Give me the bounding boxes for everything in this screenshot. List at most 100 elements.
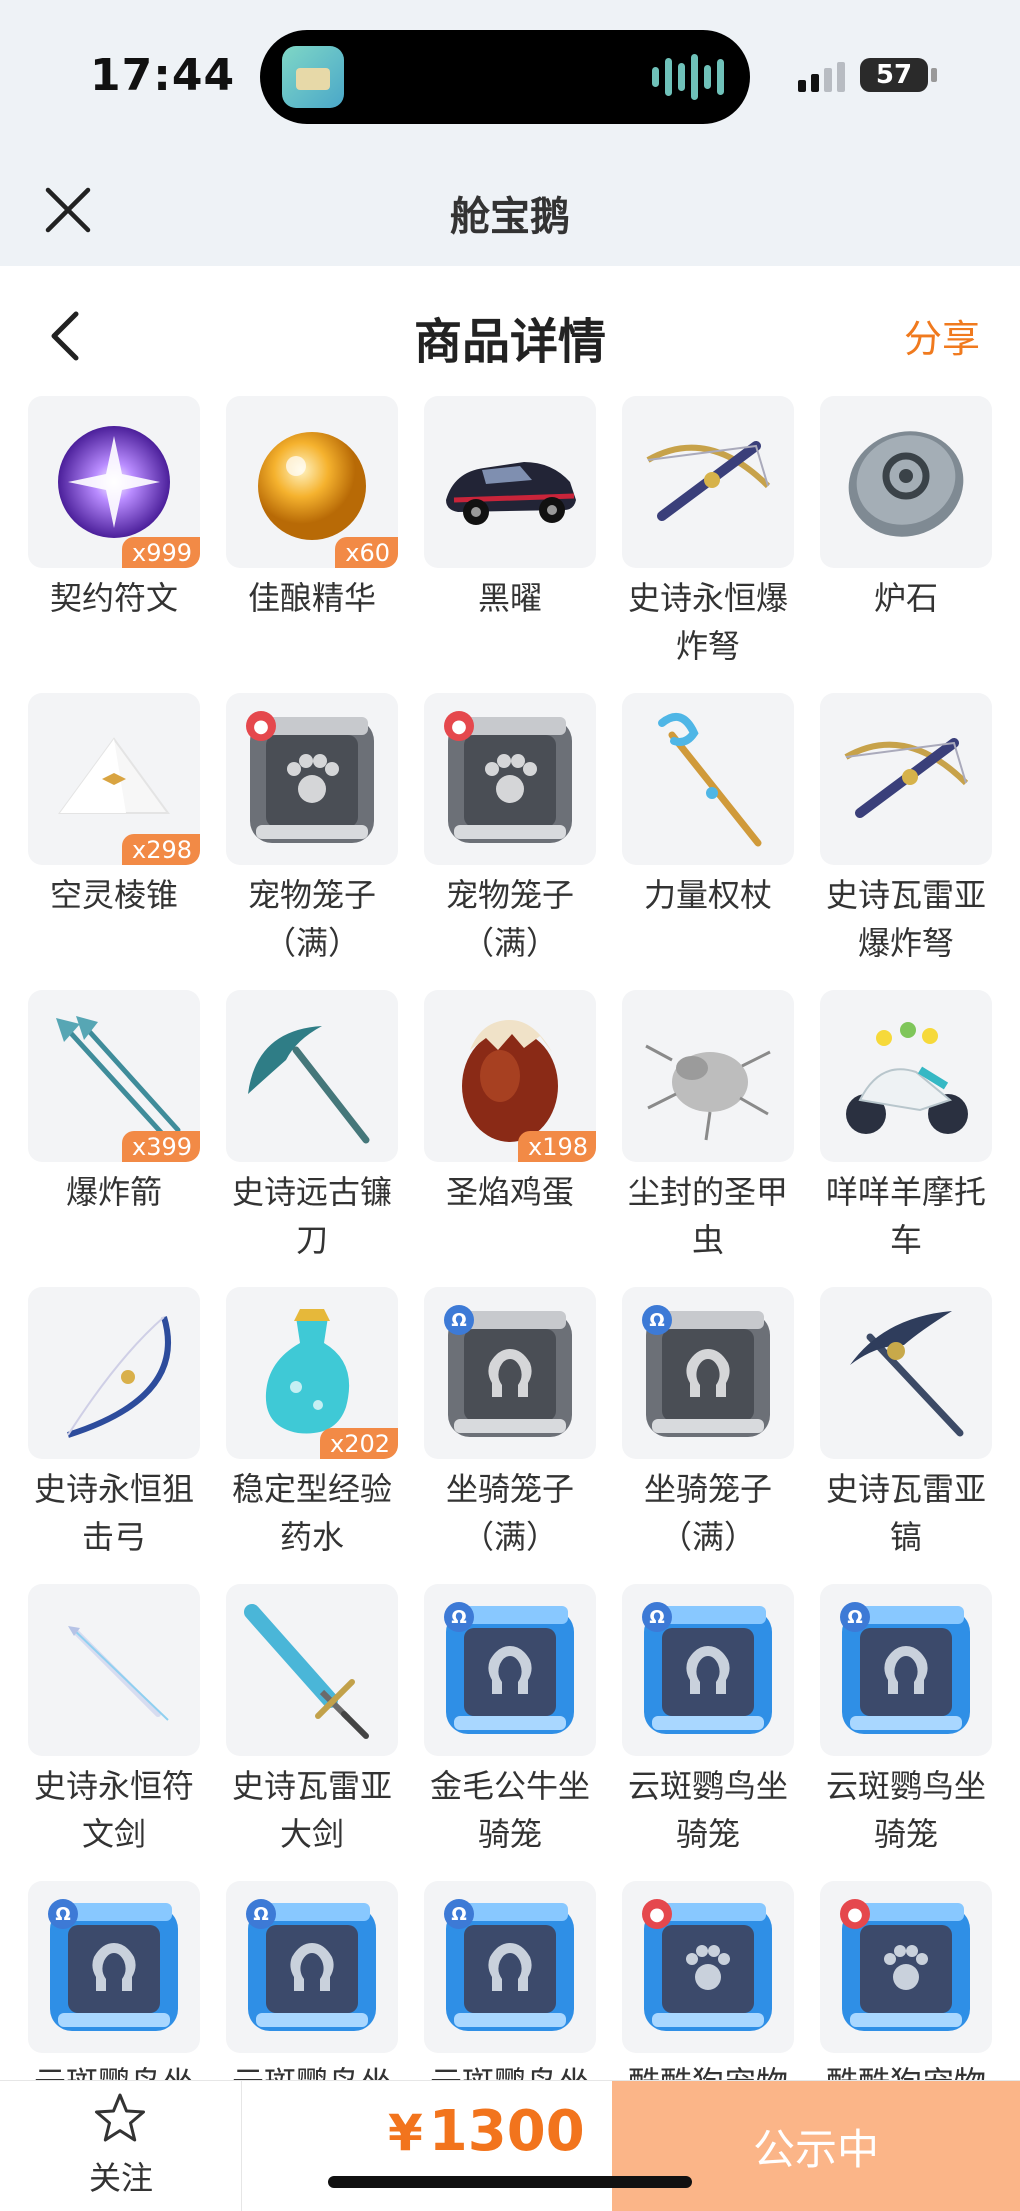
item-thumbnail bbox=[226, 1584, 398, 1756]
grid-item[interactable]: Ω 云斑鹦鸟坐骑笼 bbox=[807, 1584, 1005, 1858]
item-count-badge: x999 bbox=[121, 537, 200, 568]
item-label: 咩咩羊摩托车 bbox=[825, 1173, 986, 1259]
item-label: 爆炸箭 bbox=[65, 1173, 162, 1211]
page-header: 商品详情 分享 bbox=[0, 266, 1020, 396]
grid-item[interactable]: ● 酷酷狗宠物 bbox=[807, 1881, 1005, 2080]
clock: 17:44 bbox=[90, 50, 236, 101]
item-thumbnail: Ω bbox=[424, 1584, 596, 1756]
greatsword-icon bbox=[226, 1584, 398, 1756]
item-count-badge: x198 bbox=[517, 1131, 596, 1162]
grid-item[interactable]: Ω 云斑鹦鸟坐 bbox=[15, 1881, 213, 2080]
star-icon bbox=[95, 2093, 145, 2142]
bow-icon bbox=[28, 1287, 200, 1459]
home-indicator bbox=[328, 2176, 692, 2188]
item-thumbnail: ● bbox=[820, 1881, 992, 2053]
battery-icon: 57 bbox=[860, 58, 928, 92]
grid-item[interactable]: 史诗瓦雷亚大剑 bbox=[213, 1584, 411, 1858]
signal-icon bbox=[798, 62, 845, 92]
grid-item[interactable]: Ω 坐骑笼子（满） bbox=[609, 1287, 807, 1561]
price: ¥1300 bbox=[388, 2099, 585, 2164]
grid-item[interactable]: ● 宠物笼子（满） bbox=[213, 693, 411, 967]
item-label: 坐骑笼子（满） bbox=[643, 1470, 772, 1556]
item-label: 炉石 bbox=[873, 579, 938, 617]
app-header: 舱宝鹅 bbox=[0, 150, 1020, 266]
grid-item[interactable]: 尘封的圣甲虫 bbox=[609, 990, 807, 1264]
item-thumbnail bbox=[820, 990, 992, 1162]
grid-item[interactable]: 咩咩羊摩托车 bbox=[807, 990, 1005, 1264]
item-count-badge: x202 bbox=[319, 1428, 398, 1459]
pet-badge-icon: ● bbox=[246, 711, 276, 741]
item-label: 契约符文 bbox=[49, 579, 178, 617]
grid-item[interactable]: ● 酷酷狗宠物 bbox=[609, 1881, 807, 2080]
page-title: 商品详情 bbox=[413, 314, 606, 370]
grid-item[interactable]: Ω 云斑鹦鸟坐骑笼 bbox=[609, 1584, 807, 1858]
grid-item[interactable]: 史诗永恒爆炸弩 bbox=[609, 396, 807, 670]
item-thumbnail: x298 bbox=[28, 693, 200, 865]
item-label: 酷酷狗宠物 bbox=[807, 2059, 1005, 2080]
item-thumbnail: Ω bbox=[820, 1584, 992, 1756]
item-label: 云斑鹦鸟坐骑笼 bbox=[627, 1767, 788, 1853]
mount-badge-icon: Ω bbox=[840, 1602, 870, 1632]
item-count-badge: x60 bbox=[335, 537, 398, 568]
app-title: 舱宝鹅 bbox=[450, 194, 570, 240]
currency-symbol: ¥ bbox=[388, 2104, 423, 2162]
crossbow-icon bbox=[820, 693, 992, 865]
mount-badge-icon: Ω bbox=[642, 1305, 672, 1335]
status-button[interactable]: 公示中 bbox=[612, 2081, 1020, 2211]
item-thumbnail bbox=[820, 693, 992, 865]
grid-item[interactable]: 史诗远古镰刀 bbox=[213, 990, 411, 1264]
item-label: 坐骑笼子（满） bbox=[445, 1470, 574, 1556]
grid-item[interactable]: Ω 云斑鹦鸟坐 bbox=[411, 1881, 609, 2080]
grid-item[interactable]: x60 佳酿精华 bbox=[213, 396, 411, 622]
grid-item[interactable]: x298 空灵棱锥 bbox=[15, 693, 213, 919]
grid-item[interactable]: 史诗瓦雷亚爆炸弩 bbox=[807, 693, 1005, 967]
radio-app-icon bbox=[282, 46, 344, 108]
grid-item[interactable]: x399 爆炸箭 bbox=[15, 990, 213, 1216]
grid-item[interactable]: ● 宠物笼子（满） bbox=[411, 693, 609, 967]
item-thumbnail: ● bbox=[622, 1881, 794, 2053]
scarab-icon bbox=[622, 990, 794, 1162]
grid-item[interactable]: Ω 金毛公牛坐骑笼 bbox=[411, 1584, 609, 1858]
item-label: 尘封的圣甲虫 bbox=[627, 1173, 788, 1259]
follow-button[interactable]: 关注 bbox=[0, 2081, 242, 2211]
item-label: 酷酷狗宠物 bbox=[609, 2059, 807, 2080]
item-label: 史诗瓦雷亚大剑 bbox=[231, 1767, 392, 1853]
item-count-badge: x298 bbox=[121, 834, 200, 865]
item-label: 云斑鹦鸟坐 bbox=[15, 2059, 213, 2080]
follow-label: 关注 bbox=[88, 2159, 153, 2197]
grid-item[interactable]: x202 稳定型经验药水 bbox=[213, 1287, 411, 1561]
item-thumbnail bbox=[28, 1287, 200, 1459]
grid-item[interactable]: Ω 云斑鹦鸟坐 bbox=[213, 1881, 411, 2080]
item-label: 圣焰鸡蛋 bbox=[445, 1173, 574, 1211]
item-thumbnail bbox=[820, 396, 992, 568]
item-thumbnail bbox=[622, 396, 794, 568]
item-label: 云斑鹦鸟坐 bbox=[213, 2059, 411, 2080]
item-label: 云斑鹦鸟坐 bbox=[411, 2059, 609, 2080]
grid-item[interactable]: 炉石 bbox=[807, 396, 1005, 622]
item-thumbnail: Ω bbox=[622, 1584, 794, 1756]
rune-sword-icon bbox=[28, 1584, 200, 1756]
item-label: 佳酿精华 bbox=[247, 579, 376, 617]
grid-item[interactable]: 黑曜 bbox=[411, 396, 609, 622]
dynamic-island[interactable] bbox=[260, 30, 750, 124]
mount-badge-icon: Ω bbox=[444, 1602, 474, 1632]
item-thumbnail bbox=[622, 990, 794, 1162]
grid-item[interactable]: 史诗永恒符文剑 bbox=[15, 1584, 213, 1858]
item-label: 宠物笼子（满） bbox=[445, 876, 574, 962]
item-label: 黑曜 bbox=[477, 579, 542, 617]
item-label: 史诗瓦雷亚镐 bbox=[825, 1470, 986, 1556]
share-button[interactable]: 分享 bbox=[904, 308, 980, 363]
grid-item[interactable]: x999 契约符文 bbox=[15, 396, 213, 622]
price-value: 1300 bbox=[428, 2099, 585, 2164]
item-thumbnail bbox=[424, 396, 596, 568]
item-thumbnail: ● bbox=[424, 693, 596, 865]
grid-item[interactable]: 史诗永恒狙击弓 bbox=[15, 1287, 213, 1561]
grid-item[interactable]: Ω 坐骑笼子（满） bbox=[411, 1287, 609, 1561]
item-label: 史诗永恒符文剑 bbox=[33, 1767, 194, 1853]
mount-badge-icon: Ω bbox=[444, 1305, 474, 1335]
grid-item[interactable]: 力量权杖 bbox=[609, 693, 807, 919]
grid-item[interactable]: x198 圣焰鸡蛋 bbox=[411, 990, 609, 1216]
item-thumbnail: Ω bbox=[622, 1287, 794, 1459]
item-thumbnail bbox=[622, 693, 794, 865]
grid-item[interactable]: 史诗瓦雷亚镐 bbox=[807, 1287, 1005, 1561]
